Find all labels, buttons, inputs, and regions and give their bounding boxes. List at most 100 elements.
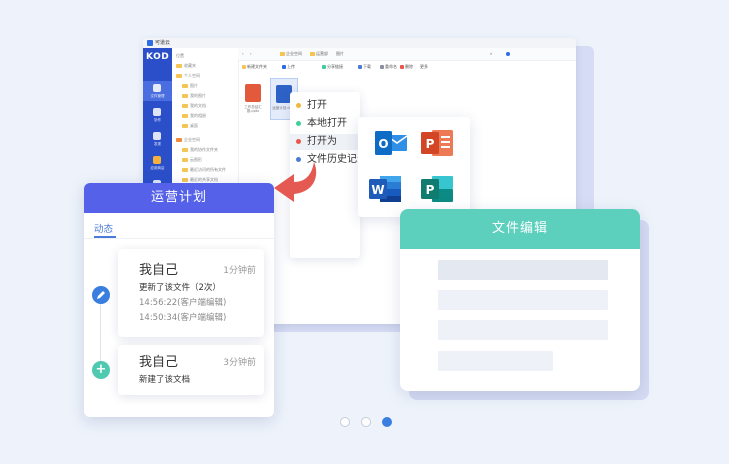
entry-action: 新建了该文档: [139, 375, 191, 385]
activity-card-title: 运营计划: [84, 183, 274, 213]
outlook-icon[interactable]: O: [374, 128, 408, 158]
tree-item[interactable]: 位置: [176, 52, 184, 60]
folder-icon: [182, 148, 188, 152]
folder-icon: [176, 74, 182, 78]
content-placeholder-bar: [438, 290, 608, 310]
folder-icon: [182, 158, 188, 162]
folder-icon: [176, 64, 182, 68]
delete-button[interactable]: 删除: [400, 64, 413, 70]
forward-icon[interactable]: ›: [250, 51, 252, 57]
avatar[interactable]: [506, 51, 511, 57]
nav-label-store[interactable]: 应用商店: [145, 166, 170, 171]
content-placeholder-bar: [438, 351, 553, 371]
svg-text:O: O: [378, 137, 388, 151]
edit-card-title: 文件编辑: [400, 209, 640, 249]
file-item[interactable]: 工作总结汇报.pptx: [240, 78, 266, 118]
tree-item[interactable]: 我的图片: [182, 92, 206, 100]
folder-icon: [182, 114, 188, 118]
entry-action: 更新了该文件（2次）: [139, 283, 221, 293]
new-folder-button[interactable]: 新建文件夹: [242, 64, 267, 70]
tree-item[interactable]: 桌面: [182, 122, 198, 130]
delete-icon: [400, 65, 404, 69]
svg-text:P: P: [426, 137, 435, 151]
folder-icon: [182, 104, 188, 108]
nav-label-collab[interactable]: 协作: [145, 118, 170, 123]
folder-icon: [182, 94, 188, 98]
tree-item[interactable]: 云图形: [182, 156, 202, 164]
file-edit-card: 文件编辑: [400, 209, 640, 391]
tree-item[interactable]: 我的相册: [182, 112, 206, 120]
timeline-line: [100, 295, 101, 371]
edit-pencil-icon: [92, 286, 110, 304]
download-button[interactable]: 下载: [358, 64, 371, 70]
folder-icon[interactable]: [153, 84, 161, 92]
folder-plus-icon: [242, 65, 246, 69]
breadcrumb-item[interactable]: 图片: [336, 51, 344, 57]
pagination-dot[interactable]: [340, 417, 350, 427]
rename-icon: [380, 65, 384, 69]
tree-item[interactable]: 我的协作文件夹: [182, 146, 218, 154]
rename-button[interactable]: 重命名: [380, 64, 397, 70]
entry-detail: 14:56:22(客户端编辑): [139, 298, 227, 308]
tree-item[interactable]: 收藏夹: [176, 62, 196, 70]
back-icon[interactable]: ‹: [242, 51, 244, 57]
window-titlebar: 可道云: [143, 38, 576, 48]
upload-button[interactable]: 上传: [282, 64, 295, 70]
content-placeholder-bar: [438, 320, 608, 340]
entry-detail: 14:50:34(客户端编辑): [139, 313, 227, 323]
entry-user: 我自己: [139, 263, 179, 278]
menu-dot-icon: [296, 102, 301, 108]
tab-divider: [84, 238, 274, 239]
folder-icon: [280, 52, 285, 56]
app-logo-icon: [147, 40, 153, 46]
add-icon: +: [92, 361, 110, 379]
menu-dot-icon: [296, 120, 301, 126]
entry-time: 3分钟前: [223, 358, 256, 368]
tree-item[interactable]: 图片: [182, 82, 198, 90]
curved-arrow-icon: [274, 162, 317, 202]
content-placeholder-bar: [438, 260, 608, 280]
activity-entry: 我自己 1分钟前 更新了该文件（2次） 14:56:22(客户端编辑) 14:5…: [118, 249, 264, 337]
link-icon: [322, 65, 326, 69]
tree-item[interactable]: 我的文档: [182, 102, 206, 110]
word-icon[interactable]: W: [368, 174, 402, 204]
menu-item-open-local[interactable]: 本地打开: [290, 116, 360, 132]
app-name: 可道云: [155, 40, 171, 46]
action-toolbar: 新建文件夹 上传 分享链接 下载 重命名 删除 更多: [238, 61, 576, 73]
powerpoint-file-icon: [245, 84, 261, 102]
tree-item[interactable]: 最近访问的所有文件: [182, 166, 226, 174]
breadcrumb-item[interactable]: 企业空间: [280, 51, 302, 57]
tab-activity[interactable]: 动态: [94, 221, 113, 235]
search-icon[interactable]: ⌕: [490, 51, 492, 57]
powerpoint-icon[interactable]: P: [420, 128, 454, 158]
share-link-button[interactable]: 分享链接: [322, 64, 343, 70]
folder-icon: [182, 168, 188, 172]
file-name: 工作总结汇报.pptx: [244, 105, 262, 113]
folder-icon: [182, 178, 188, 182]
avatar-icon: [506, 52, 510, 56]
menu-item-open[interactable]: 打开: [290, 98, 360, 114]
nav-label-discover[interactable]: 发现: [145, 142, 170, 147]
nav-label-files[interactable]: 文件管理: [145, 94, 170, 99]
brand-logo: KOD: [146, 52, 170, 62]
tree-item[interactable]: 个人空间: [176, 72, 200, 80]
compass-icon[interactable]: [153, 132, 161, 140]
users-icon[interactable]: [153, 108, 161, 116]
breadcrumb-item[interactable]: 运营部: [310, 51, 328, 57]
store-icon[interactable]: [153, 156, 161, 164]
svg-text:P: P: [426, 183, 435, 197]
open-with-apps-card: O P W P: [358, 117, 470, 217]
svg-text:W: W: [371, 183, 384, 197]
publisher-icon[interactable]: P: [420, 174, 454, 204]
pagination-dot[interactable]: [361, 417, 371, 427]
entry-user: 我自己: [139, 355, 179, 370]
menu-item-open-with[interactable]: 打开为: [290, 134, 360, 150]
folder-icon: [310, 52, 315, 56]
tree-item[interactable]: 企业空间: [176, 136, 200, 144]
more-button[interactable]: 更多: [420, 64, 428, 70]
folder-icon: [176, 138, 182, 142]
folder-icon: [182, 84, 188, 88]
pagination-dot-active[interactable]: [382, 417, 392, 427]
path-toolbar: ‹ › 企业空间 运营部 图片 ⌕: [238, 48, 576, 61]
activity-entry: 我自己 3分钟前 新建了该文档: [118, 345, 264, 395]
